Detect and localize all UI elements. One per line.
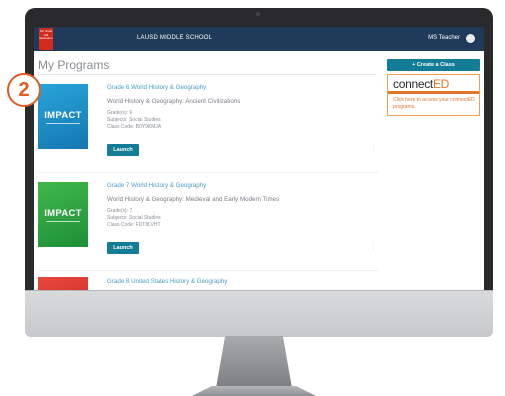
monitor-chin — [25, 290, 493, 337]
monitor-stand-neck — [216, 336, 292, 388]
connected-link-text[interactable]: Click here to access your connectED prog… — [393, 97, 475, 110]
monitor-stand-foot — [192, 386, 316, 396]
step-number-badge: 2 — [7, 73, 41, 107]
program-card: Grade 8 United States History & Geograph… — [38, 271, 378, 290]
program-title-link[interactable]: Grade 8 United States History & Geograph… — [107, 278, 227, 285]
connected-logo: connectED — [393, 77, 449, 91]
connected-accent-strip — [388, 91, 479, 94]
create-class-button[interactable]: + Create a Class — [387, 59, 480, 71]
program-subjects: Subjects: Social Studies — [107, 215, 161, 221]
program-cover-wordmark: IMPACT — [44, 208, 82, 219]
program-cover-image[interactable]: IMPACT — [38, 182, 88, 247]
program-cover-rule — [46, 123, 80, 124]
more-options-icon[interactable]: · · · — [371, 240, 376, 253]
camera-dot — [256, 12, 260, 16]
program-grade: Grade(s): 7 — [107, 208, 133, 214]
program-cover-rule — [46, 221, 80, 222]
page: 2 Mc Graw Hill Education LAUSD MIDDLE SC… — [0, 0, 505, 396]
program-class-code: Class Code: B0Y9KMJA — [107, 124, 162, 130]
program-title-link[interactable]: Grade 6 World History & Geography — [107, 84, 206, 91]
program-title-link[interactable]: Grade 7 World History & Geography — [107, 182, 206, 189]
program-card: IMPACT Grade 7 World History & Geography… — [38, 173, 378, 271]
app-screen: Mc Graw Hill Education LAUSD MIDDLE SCHO… — [34, 27, 484, 290]
page-title: My Programs — [38, 58, 110, 72]
program-grade: Grade(s): 6 — [107, 110, 133, 116]
connected-logo-main: connect — [393, 77, 433, 91]
mcgraw-hill-logo[interactable]: Mc Graw Hill Education — [39, 28, 53, 50]
connected-panel[interactable]: connectED Click here to access your conn… — [387, 74, 480, 116]
program-cover-wordmark: IMPACT — [44, 110, 82, 121]
program-description: World History & Geography: Medieval and … — [107, 196, 280, 203]
user-avatar-icon[interactable] — [466, 34, 475, 43]
program-card: IMPACT Grade 6 World History & Geography… — [38, 75, 378, 173]
program-description: World History & Geography: Ancient Civil… — [107, 98, 241, 105]
monitor-bezel: Mc Graw Hill Education LAUSD MIDDLE SCHO… — [25, 8, 493, 290]
user-menu-name[interactable]: MS Teacher — [428, 35, 460, 41]
program-subjects: Subjects: Social Studies — [107, 117, 161, 123]
launch-button[interactable]: Launch — [107, 144, 139, 156]
launch-button[interactable]: Launch — [107, 242, 139, 254]
program-cover-image[interactable] — [38, 277, 88, 290]
more-options-icon[interactable]: · · · — [371, 142, 376, 155]
top-nav-bar: Mc Graw Hill Education LAUSD MIDDLE SCHO… — [34, 27, 484, 51]
program-list[interactable]: IMPACT Grade 6 World History & Geography… — [34, 75, 380, 290]
program-class-code: Class Code: FDT8LVHT — [107, 222, 161, 228]
connected-logo-accent: ED — [432, 77, 450, 91]
school-name: LAUSD MIDDLE SCHOOL — [137, 35, 213, 41]
program-cover-image[interactable]: IMPACT — [38, 84, 88, 149]
